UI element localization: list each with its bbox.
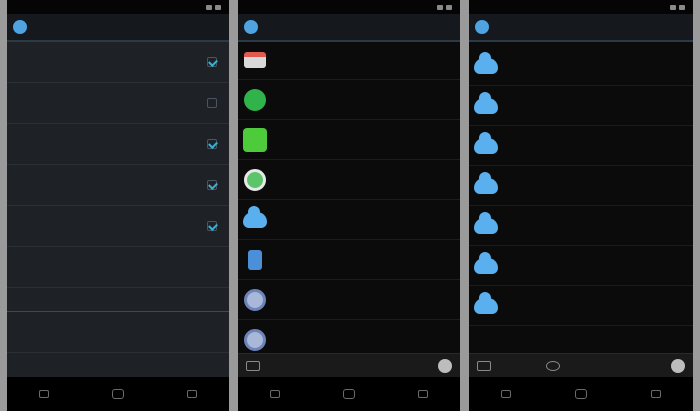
cloud-icon xyxy=(474,211,498,234)
list-item[interactable] xyxy=(238,280,460,320)
list-item[interactable] xyxy=(469,166,693,206)
bottom-action-bar xyxy=(469,353,693,377)
sync-icon xyxy=(244,328,266,351)
list-item[interactable] xyxy=(238,40,460,80)
battery-icon xyxy=(446,4,452,10)
app-logo-icon[interactable] xyxy=(13,20,27,34)
settings-section-header xyxy=(7,288,229,312)
home-icon[interactable] xyxy=(111,389,124,399)
navigation-bar xyxy=(469,377,693,411)
status-bar xyxy=(469,0,693,14)
add-icon[interactable] xyxy=(670,358,685,373)
recents-icon[interactable] xyxy=(418,390,429,398)
back-icon[interactable] xyxy=(501,390,511,398)
sync-icon xyxy=(244,288,266,311)
status-bar xyxy=(7,0,229,14)
whatsapp-icon xyxy=(244,168,266,191)
line-icon xyxy=(243,127,267,152)
list-item[interactable] xyxy=(238,200,460,240)
battery-icon xyxy=(215,4,221,10)
checkbox[interactable] xyxy=(207,221,217,231)
recents-icon[interactable] xyxy=(651,390,661,398)
navigation-bar xyxy=(7,377,229,411)
action-bar xyxy=(238,14,460,42)
bottom-action-bar xyxy=(238,353,460,377)
checkbox[interactable] xyxy=(207,180,217,190)
status-icons xyxy=(206,4,221,10)
cloud-icon xyxy=(474,131,498,154)
setting-item-7[interactable] xyxy=(7,312,229,353)
status-icons xyxy=(437,4,452,10)
cloud-icon xyxy=(243,205,267,228)
list-item[interactable] xyxy=(469,86,693,126)
gmail-icon xyxy=(244,51,266,68)
recents-icon[interactable] xyxy=(187,390,198,398)
back-icon[interactable] xyxy=(38,390,49,398)
setting-item-5[interactable] xyxy=(7,206,229,247)
app-logo-icon[interactable] xyxy=(244,20,258,34)
setting-item-6[interactable] xyxy=(7,247,229,288)
setting-item-3[interactable] xyxy=(7,124,229,165)
setting-item-1[interactable] xyxy=(7,42,229,83)
list-item[interactable] xyxy=(238,160,460,200)
action-bar xyxy=(7,14,229,42)
checkbox[interactable] xyxy=(207,139,217,149)
navigation-bar xyxy=(238,377,460,411)
cloud-icon xyxy=(474,51,498,74)
signal-icon xyxy=(670,4,676,10)
app-logo-icon[interactable] xyxy=(475,20,489,34)
setting-item-4[interactable] xyxy=(7,165,229,206)
cloud-icon xyxy=(474,291,498,314)
cloud-list xyxy=(469,46,693,326)
home-icon[interactable] xyxy=(575,389,587,399)
sort-icon[interactable] xyxy=(546,360,561,371)
action-bar xyxy=(469,14,693,42)
select-icon[interactable] xyxy=(246,360,260,371)
home-icon[interactable] xyxy=(342,389,355,399)
signal-icon xyxy=(206,4,212,10)
add-icon[interactable] xyxy=(438,358,452,373)
battery-icon xyxy=(679,4,685,10)
app-list xyxy=(238,40,460,360)
list-item[interactable] xyxy=(238,240,460,280)
back-icon[interactable] xyxy=(269,390,280,398)
list-item[interactable] xyxy=(469,286,693,326)
checkbox[interactable] xyxy=(207,57,217,67)
list-item[interactable] xyxy=(469,206,693,246)
status-icons xyxy=(670,4,685,10)
cloud-icon xyxy=(474,251,498,274)
checkbox[interactable] xyxy=(207,98,217,108)
list-item[interactable] xyxy=(469,246,693,286)
cloud-icon xyxy=(474,91,498,114)
list-item[interactable] xyxy=(469,46,693,86)
cloud-icon xyxy=(474,171,498,194)
list-item[interactable] xyxy=(238,120,460,160)
status-bar xyxy=(238,0,460,14)
spotify-icon xyxy=(244,88,266,111)
list-item[interactable] xyxy=(469,126,693,166)
phone-screen-app-list xyxy=(238,0,460,411)
setting-item-2[interactable] xyxy=(7,83,229,124)
select-icon[interactable] xyxy=(477,360,491,371)
lock-icon xyxy=(248,249,262,270)
phone-screen-cloud-list xyxy=(469,0,693,411)
signal-icon xyxy=(437,4,443,10)
phone-screen-settings xyxy=(7,0,229,411)
list-item[interactable] xyxy=(238,80,460,120)
